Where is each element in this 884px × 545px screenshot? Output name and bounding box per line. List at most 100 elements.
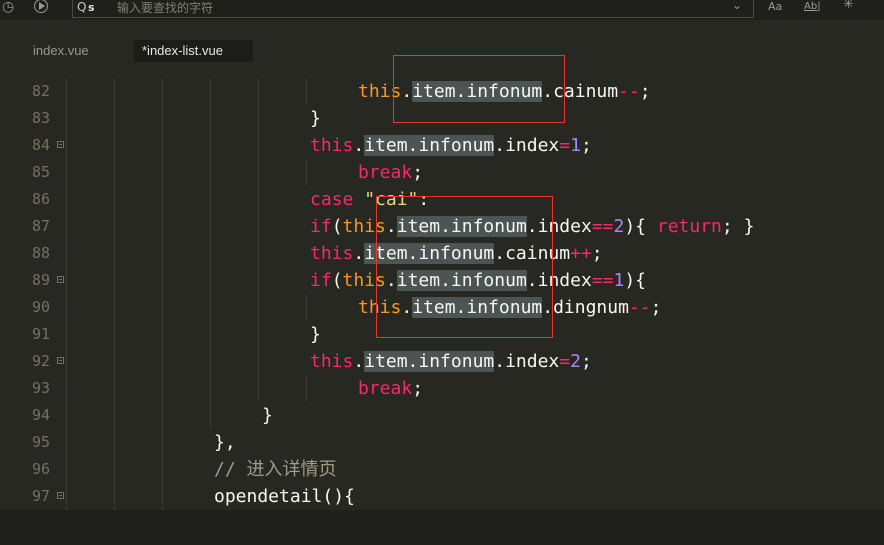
search-match: item.infonum xyxy=(364,351,495,372)
tab-index-list-vue[interactable]: *index-list.vue xyxy=(134,40,253,62)
code-line[interactable]: 92 this.item.infonum.index=2; xyxy=(0,348,884,375)
code-text: } xyxy=(310,321,321,348)
search-box[interactable]: Q s 输入要查找的字符 xyxy=(72,0,754,18)
code-token: } xyxy=(310,324,321,345)
indent-guide xyxy=(162,375,163,402)
indent-guide xyxy=(66,429,67,456)
code-token: } xyxy=(262,405,273,426)
code-token: opendetail(){ xyxy=(214,486,355,507)
code-token: ; xyxy=(591,243,603,264)
code-token: == xyxy=(591,216,614,237)
play-icon[interactable] xyxy=(34,0,48,13)
code-text: break; xyxy=(358,159,423,186)
indent-guide xyxy=(210,159,211,186)
indent-guide xyxy=(114,213,115,240)
code-token: ; xyxy=(412,378,424,399)
indent-guide xyxy=(162,213,163,240)
line-number: 96 xyxy=(31,460,50,478)
code-line[interactable]: 96 // 进入详情页 xyxy=(0,456,884,483)
indent-guide xyxy=(114,483,115,510)
line-number: 85 xyxy=(31,163,50,181)
code-text: } xyxy=(262,402,273,429)
code-token: 1 xyxy=(613,270,625,291)
code-token: break xyxy=(358,378,413,399)
indent-guide xyxy=(162,132,163,159)
code-token: . xyxy=(353,243,365,264)
code-line[interactable]: 93 break; xyxy=(0,375,884,402)
indent-guide xyxy=(114,267,115,294)
code-token: = xyxy=(559,351,571,372)
indent-guide xyxy=(210,321,211,348)
code-line[interactable]: 94} xyxy=(0,402,884,429)
indent-guide xyxy=(210,240,211,267)
code-token: ( xyxy=(331,270,343,291)
annotation-box xyxy=(393,55,565,123)
indent-guide xyxy=(114,105,115,132)
indent-guide xyxy=(306,294,307,321)
indent-guide xyxy=(210,78,211,105)
code-text: opendetail(){ xyxy=(214,483,355,510)
tab-index-vue[interactable]: index.vue xyxy=(33,40,89,62)
line-number: 84 xyxy=(31,136,50,154)
fold-toggle-icon[interactable] xyxy=(57,276,64,283)
indent-guide xyxy=(162,456,163,483)
code-token: ){ xyxy=(624,270,647,291)
indent-guide xyxy=(258,321,259,348)
indent-guide xyxy=(306,159,307,186)
regex-icon[interactable]: ✳ xyxy=(843,0,854,12)
search-input[interactable]: 输入要查找的字符 xyxy=(117,0,213,16)
indent-guide xyxy=(66,240,67,267)
code-token: ; xyxy=(580,351,592,372)
line-number: 93 xyxy=(31,379,50,397)
fold-toggle-icon[interactable] xyxy=(57,357,64,364)
indent-guide xyxy=(114,132,115,159)
indent-guide xyxy=(210,294,211,321)
annotation-box xyxy=(376,196,553,338)
indent-guide xyxy=(258,159,259,186)
line-number: 94 xyxy=(31,406,50,424)
indent-guide xyxy=(66,456,67,483)
indent-guide xyxy=(258,78,259,105)
indent-guide xyxy=(66,267,67,294)
code-text: break; xyxy=(358,375,423,402)
indent-guide xyxy=(114,186,115,213)
indent-guide xyxy=(66,132,67,159)
code-token: ++ xyxy=(570,243,592,264)
match-case-button[interactable]: Aa xyxy=(768,0,782,14)
fold-toggle-icon[interactable] xyxy=(57,492,64,499)
code-token: ; xyxy=(412,162,424,183)
indent-guide xyxy=(210,105,211,132)
code-line[interactable]: 85 break; xyxy=(0,159,884,186)
code-line[interactable]: 97 opendetail(){ xyxy=(0,483,884,510)
code-token: return xyxy=(656,216,722,237)
line-number: 91 xyxy=(31,325,50,343)
indent-guide xyxy=(210,213,211,240)
code-token: ; xyxy=(650,297,662,318)
code-text: this.item.infonum.index=1; xyxy=(310,132,592,159)
code-line[interactable]: 84 this.item.infonum.index=1; xyxy=(0,132,884,159)
clock-icon[interactable]: ◷ xyxy=(2,0,14,15)
code-token: -- xyxy=(628,297,651,318)
line-number: 87 xyxy=(31,217,50,235)
code-token: ; xyxy=(580,135,592,156)
indent-guide xyxy=(114,159,115,186)
indent-guide xyxy=(66,186,67,213)
code-text: this.item.infonum.index=2; xyxy=(310,348,592,375)
indent-guide xyxy=(114,429,115,456)
code-token: this xyxy=(310,351,354,372)
code-line[interactable]: 95}, xyxy=(0,429,884,456)
code-text: }, xyxy=(214,429,236,456)
indent-guide xyxy=(114,294,115,321)
find-toolbar: ◷ Q s 输入要查找的字符 ⌄ Aa Ab| ✳ xyxy=(0,0,884,20)
code-token: ; } xyxy=(721,216,755,237)
indent-guide xyxy=(258,294,259,321)
fold-toggle-icon[interactable] xyxy=(57,141,64,148)
indent-guide xyxy=(210,267,211,294)
chevron-down-icon[interactable]: ⌄ xyxy=(732,0,742,13)
indent-guide xyxy=(162,429,163,456)
code-token: this xyxy=(310,243,354,264)
whole-word-button[interactable]: Ab| xyxy=(804,0,821,14)
indent-guide xyxy=(258,267,259,294)
indent-guide xyxy=(114,78,115,105)
